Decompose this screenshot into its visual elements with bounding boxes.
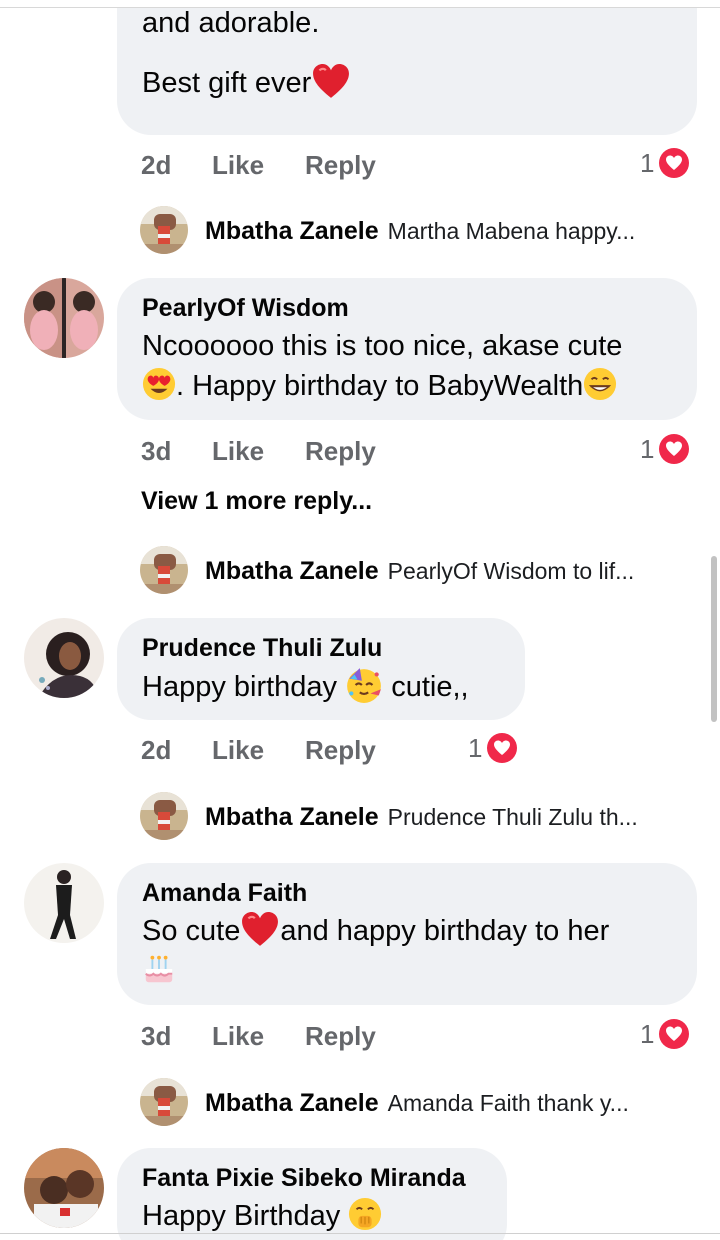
- red-heart-emoji-icon: [242, 912, 279, 946]
- comment-text-line: [142, 38, 671, 63]
- comment-bubble[interactable]: Amanda Faith So cute and happy birthday t…: [117, 863, 697, 1005]
- comment-timestamp: 2d: [141, 150, 172, 180]
- comment-text-line: [142, 951, 671, 991]
- scrollbar-thumb[interactable]: [711, 556, 717, 722]
- reply-preview[interactable]: Mbatha Zanele Prudence Thuli Zulu th...: [205, 797, 638, 837]
- comment-actions: 2d Like Reply: [141, 732, 401, 768]
- reaction-count[interactable]: 1: [468, 730, 519, 766]
- love-reaction-icon: [658, 147, 691, 179]
- reaction-count[interactable]: 1: [640, 431, 691, 467]
- reply-preview[interactable]: Mbatha Zanele Amanda Faith thank y...: [205, 1083, 629, 1123]
- hand-over-mouth-emoji-icon: [349, 1197, 382, 1231]
- avatar[interactable]: [140, 1078, 188, 1126]
- reply-text: Amanda Faith thank y...: [387, 1089, 629, 1116]
- top-divider: [0, 0, 720, 8]
- reply-author: Mbatha Zanele: [205, 802, 379, 831]
- comment-bubble[interactable]: Prudence Thuli Zulu Happy birthday cutie…: [117, 618, 525, 720]
- comment-timestamp: 2d: [141, 735, 172, 765]
- avatar[interactable]: [24, 618, 104, 698]
- comment-text-line: Best gift ever: [142, 63, 671, 103]
- comment-text-line: So cute and happy birthday to her: [142, 911, 671, 951]
- red-heart-emoji-icon: [313, 64, 350, 98]
- reply-text: Prudence Thuli Zulu th...: [387, 803, 638, 830]
- love-reaction-icon: [658, 433, 691, 465]
- comment-timestamp: 3d: [141, 1021, 172, 1051]
- reaction-count[interactable]: 1: [640, 1016, 691, 1052]
- reply-text: PearlyOf Wisdom to lif...: [387, 557, 635, 584]
- like-button[interactable]: Like: [212, 1018, 264, 1054]
- reply-preview[interactable]: Mbatha Zanele Martha Mabena happy...: [205, 211, 635, 251]
- grinning-emoji-icon: [584, 367, 617, 401]
- reply-button[interactable]: Reply: [305, 147, 376, 183]
- love-reaction-icon: [486, 732, 519, 764]
- bottom-divider: [0, 1233, 720, 1240]
- comment-text-line: Happy Birthday: [142, 1196, 481, 1236]
- view-more-replies-link[interactable]: View 1 more reply...: [141, 483, 372, 519]
- avatar[interactable]: [24, 863, 104, 943]
- comment-text-line: Ncoooooo this is too nice, akase cute: [142, 330, 623, 362]
- avatar[interactable]: [140, 546, 188, 594]
- comment-author[interactable]: Amanda Faith: [142, 875, 671, 911]
- comment-bubble[interactable]: and adorable. Best gift ever: [117, 8, 697, 135]
- birthday-cake-emoji-icon: [145, 955, 173, 983]
- partying-face-emoji-icon: [347, 668, 382, 703]
- comment-text-line: and adorable.: [142, 7, 320, 39]
- love-reaction-icon: [658, 1018, 691, 1050]
- comment-actions: 3d Like Reply: [141, 1018, 401, 1054]
- comment-text-line: Happy birthday cutie,,: [142, 666, 499, 707]
- like-button[interactable]: Like: [212, 147, 264, 183]
- comment-author[interactable]: Fanta Pixie Sibeko Miranda: [142, 1160, 481, 1196]
- comment-actions: 2d Like Reply: [141, 147, 401, 183]
- reply-author: Mbatha Zanele: [205, 1088, 379, 1117]
- comment-bubble[interactable]: PearlyOf Wisdom Ncoooooo this is too nic…: [117, 278, 697, 420]
- reply-text: Martha Mabena happy...: [387, 217, 636, 244]
- avatar[interactable]: [24, 1148, 104, 1228]
- like-button[interactable]: Like: [212, 433, 264, 469]
- heart-eyes-emoji-icon: [142, 367, 176, 401]
- reply-button[interactable]: Reply: [305, 732, 376, 768]
- comment-bubble[interactable]: Fanta Pixie Sibeko Miranda Happy Birthda…: [117, 1148, 507, 1240]
- reply-button[interactable]: Reply: [305, 1018, 376, 1054]
- comment-author[interactable]: PearlyOf Wisdom: [142, 290, 671, 326]
- comment-timestamp: 3d: [141, 436, 172, 466]
- reply-author: Mbatha Zanele: [205, 216, 379, 245]
- reply-preview[interactable]: Mbatha Zanele PearlyOf Wisdom to lif...: [205, 551, 634, 591]
- comment-actions: 3d Like Reply: [141, 433, 401, 469]
- reaction-count[interactable]: 1: [640, 145, 691, 181]
- reply-author: Mbatha Zanele: [205, 556, 379, 585]
- avatar[interactable]: [24, 278, 104, 358]
- comment-text-line: . Happy birthday to BabyWealth: [142, 366, 671, 406]
- reply-button[interactable]: Reply: [305, 433, 376, 469]
- avatar[interactable]: [140, 206, 188, 254]
- like-button[interactable]: Like: [212, 732, 264, 768]
- avatar[interactable]: [140, 792, 188, 840]
- comment-author[interactable]: Prudence Thuli Zulu: [142, 630, 499, 666]
